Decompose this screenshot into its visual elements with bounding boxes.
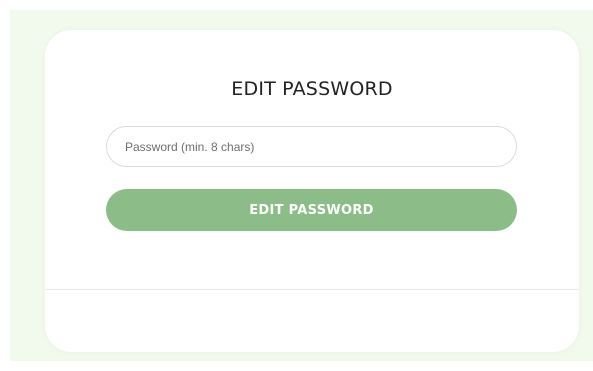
edit-password-card: EDIT PASSWORD EDIT PASSWORD: [45, 30, 579, 352]
form-title: EDIT PASSWORD: [231, 78, 393, 100]
password-input[interactable]: [106, 126, 517, 167]
edit-password-button[interactable]: EDIT PASSWORD: [106, 189, 517, 231]
card-divider: [45, 289, 579, 290]
